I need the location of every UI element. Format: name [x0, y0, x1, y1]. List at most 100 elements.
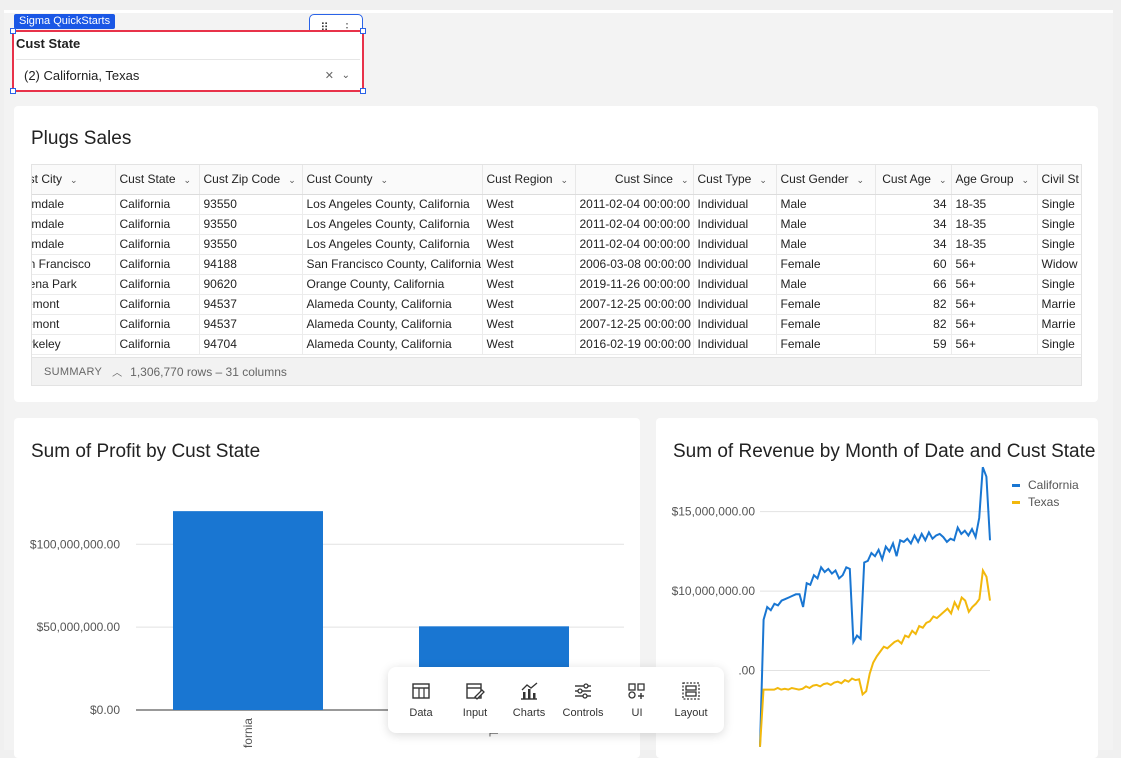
column-header[interactable]: ust City ⌄ — [32, 165, 116, 195]
table-cell[interactable]: West — [482, 274, 576, 295]
table-cell[interactable]: West — [482, 194, 576, 215]
table-cell[interactable]: Individual — [693, 274, 777, 295]
table-cell[interactable]: West — [482, 254, 576, 275]
table-cell[interactable]: California — [115, 234, 200, 255]
column-header[interactable]: Cust Gender ⌄ — [776, 165, 876, 195]
table-cell[interactable]: West — [482, 294, 576, 315]
table-cell[interactable]: California — [115, 314, 200, 335]
toolbar-controls-button[interactable]: Controls — [558, 681, 608, 719]
table-cell[interactable]: Male — [776, 234, 876, 255]
table-summary-bar[interactable]: SUMMARY ︿ 1,306,770 rows – 31 columns — [32, 357, 1081, 385]
table-cell[interactable]: 94537 — [199, 314, 303, 335]
table-cell[interactable]: 18-35 — [951, 214, 1038, 235]
table-cell[interactable]: Individual — [693, 294, 777, 315]
table-row[interactable]: remontCalifornia94537Alameda County, Cal… — [32, 294, 1081, 315]
chevron-down-icon[interactable]: ⌄ — [939, 175, 947, 185]
toolbar-charts-button[interactable]: Charts — [504, 681, 554, 719]
series-line-texas[interactable] — [759, 567, 991, 747]
toolbar-data-button[interactable]: Data — [396, 681, 446, 719]
table-cell[interactable]: Individual — [693, 314, 777, 335]
toolbar-ui-button[interactable]: UI — [612, 681, 662, 719]
resize-handle[interactable] — [360, 28, 366, 34]
table-cell[interactable]: California — [115, 214, 200, 235]
table-cell[interactable]: erkeley — [32, 334, 116, 355]
table-cell[interactable]: 93550 — [199, 214, 303, 235]
table-cell[interactable]: 94537 — [199, 294, 303, 315]
table-cell[interactable]: 82 — [875, 294, 952, 315]
table-cell[interactable]: 60 — [875, 254, 952, 275]
column-header[interactable]: Cust Type ⌄ — [693, 165, 777, 195]
table-cell[interactable]: Individual — [693, 254, 777, 275]
chevron-down-icon[interactable]: ⌄ — [288, 175, 296, 185]
table-cell[interactable]: Female — [776, 334, 876, 355]
table-cell[interactable]: almdale — [32, 234, 116, 255]
table-cell[interactable]: California — [115, 294, 200, 315]
chevron-up-icon[interactable]: ︿ — [112, 364, 122, 379]
column-header[interactable]: Cust State ⌄ — [115, 165, 200, 195]
table-cell[interactable]: California — [115, 274, 200, 295]
table-cell[interactable]: West — [482, 334, 576, 355]
table-row[interactable]: almdaleCalifornia93550Los Angeles County… — [32, 194, 1081, 215]
table-cell[interactable]: 94188 — [199, 254, 303, 275]
table-cell[interactable]: Male — [776, 274, 876, 295]
table-cell[interactable]: Single — [1037, 334, 1081, 355]
column-header[interactable]: Cust Since ⌄ — [575, 165, 694, 195]
table-cell[interactable]: Alameda County, California — [302, 294, 483, 315]
toolbar-input-button[interactable]: Input — [450, 681, 500, 719]
chevron-down-icon[interactable]: ⌄ — [70, 175, 78, 185]
clear-icon[interactable]: ✕ — [325, 69, 334, 82]
table-cell[interactable]: 94704 — [199, 334, 303, 355]
table-cell[interactable]: 2006-03-08 00:00:00 — [575, 254, 694, 275]
legend-label[interactable]: Texas — [1028, 495, 1059, 509]
table-cell[interactable]: West — [482, 234, 576, 255]
column-header[interactable]: Cust County ⌄ — [302, 165, 483, 195]
toolbar-layout-button[interactable]: Layout — [666, 681, 716, 719]
table-cell[interactable]: Alameda County, California — [302, 314, 483, 335]
table-cell[interactable]: 93550 — [199, 194, 303, 215]
table-cell[interactable]: Individual — [693, 334, 777, 355]
column-header[interactable]: Cust Age ⌄ — [875, 165, 952, 195]
table-cell[interactable]: California — [115, 334, 200, 355]
table-cell[interactable]: West — [482, 214, 576, 235]
table-cell[interactable]: Male — [776, 214, 876, 235]
table-cell[interactable]: 59 — [875, 334, 952, 355]
table-cell[interactable]: Los Angeles County, California — [302, 194, 483, 215]
chevron-down-icon[interactable]: ⌄ — [759, 175, 767, 185]
table-cell[interactable]: 2011-02-04 00:00:00 — [575, 194, 694, 215]
table-cell[interactable]: California — [115, 194, 200, 215]
table-cell[interactable]: 2011-02-04 00:00:00 — [575, 214, 694, 235]
cust-state-select[interactable]: (2) California, Texas ✕ ⌄ — [16, 59, 360, 90]
table-cell[interactable]: Marrie — [1037, 314, 1081, 335]
cust-state-control[interactable]: Cust State (2) California, Texas ✕ ⌄ — [10, 28, 366, 94]
table-cell[interactable]: West — [482, 314, 576, 335]
table-cell[interactable]: 2007-12-25 00:00:00 — [575, 314, 694, 335]
series-line-california[interactable] — [759, 466, 991, 747]
bar[interactable] — [173, 511, 323, 710]
table-cell[interactable]: 2007-12-25 00:00:00 — [575, 294, 694, 315]
table-row[interactable]: erkeleyCalifornia94704Alameda County, Ca… — [32, 334, 1081, 355]
chevron-down-icon[interactable]: ⌄ — [184, 175, 192, 185]
legend-label[interactable]: California — [1028, 478, 1079, 492]
table-cell[interactable]: 2019-11-26 00:00:00 — [575, 274, 694, 295]
table-cell[interactable]: 34 — [875, 214, 952, 235]
table-cell[interactable]: Alameda County, California — [302, 334, 483, 355]
table-cell[interactable]: almdale — [32, 194, 116, 215]
table-cell[interactable]: an Francisco — [32, 254, 116, 275]
table-cell[interactable]: 2016-02-19 00:00:00 — [575, 334, 694, 355]
table-row[interactable]: almdaleCalifornia93550Los Angeles County… — [32, 214, 1081, 235]
chevron-down-icon[interactable]: ⌄ — [561, 175, 569, 185]
table-cell[interactable]: Single — [1037, 234, 1081, 255]
table-cell[interactable]: 56+ — [951, 334, 1038, 355]
table-row[interactable]: almdaleCalifornia93550Los Angeles County… — [32, 234, 1081, 255]
table-row[interactable]: remontCalifornia94537Alameda County, Cal… — [32, 314, 1081, 335]
table-cell[interactable]: 34 — [875, 234, 952, 255]
chevron-down-icon[interactable]: ⌄ — [342, 70, 350, 81]
table-cell[interactable]: almdale — [32, 214, 116, 235]
table-cell[interactable]: 82 — [875, 314, 952, 335]
chevron-down-icon[interactable]: ⌄ — [1022, 175, 1030, 185]
resize-handle[interactable] — [10, 28, 16, 34]
table-cell[interactable]: 56+ — [951, 294, 1038, 315]
table-cell[interactable]: Female — [776, 254, 876, 275]
table-cell[interactable]: 66 — [875, 274, 952, 295]
table-row[interactable]: uena ParkCalifornia90620Orange County, C… — [32, 274, 1081, 295]
